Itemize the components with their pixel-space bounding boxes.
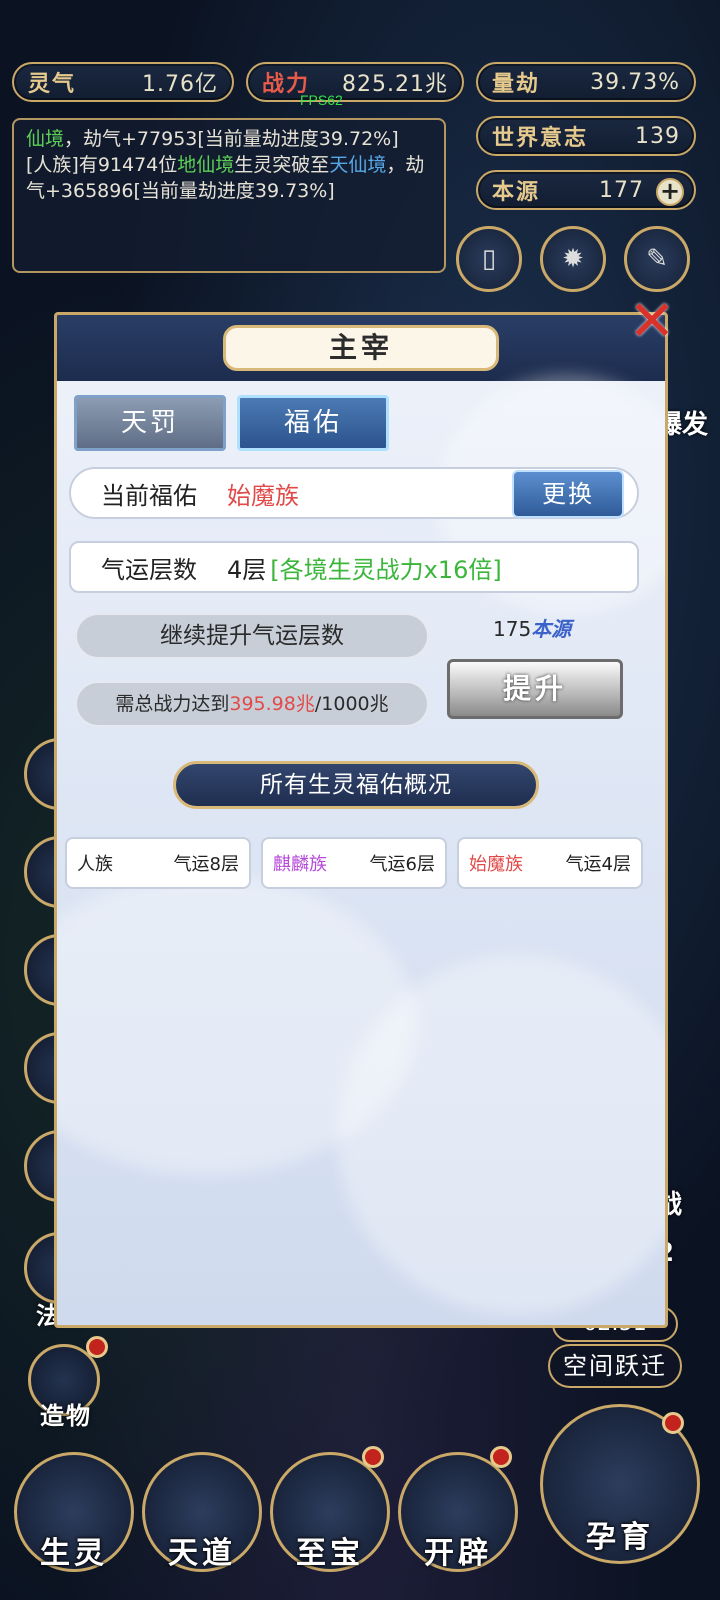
race-name: 麒麟族	[273, 854, 327, 875]
nav-heaven-label[interactable]: 天道	[142, 1528, 262, 1572]
dominion-dialog: 主宰 天罚 福佑 当前福佑 始魔族 更换 气运层数 4层 [各境生灵战力x16倍…	[54, 312, 668, 1328]
upgrade-cost: 175本源	[493, 613, 571, 642]
upgrade-button[interactable]: 提升	[447, 659, 623, 719]
notification-dot	[662, 1412, 684, 1434]
continue-fortune-label: 继续提升气运层数	[75, 613, 429, 659]
tab-punish[interactable]: 天罚	[74, 395, 226, 451]
log-realm: 仙境	[26, 128, 65, 150]
add-benyuan-button[interactable]: +	[656, 178, 684, 206]
resource-lingqi[interactable]: 灵气 1.76亿	[12, 62, 234, 102]
book-icon: ▯	[481, 244, 497, 274]
resource-label: 量劫	[492, 72, 541, 97]
cost-value: 175	[493, 617, 532, 641]
book-button[interactable]: ▯	[456, 226, 522, 292]
cost-unit: 本源	[531, 617, 572, 641]
race-level: 气运6层	[369, 854, 435, 875]
resource-label: 世界意志	[492, 126, 589, 151]
race-level: 气运8层	[173, 854, 239, 875]
log-text: ，劫气+77953[当前量劫进度39.72%]	[64, 128, 399, 150]
fortune-row: 气运层数 4层 [各境生灵战力x16倍]	[69, 541, 639, 593]
scroll-icon: ✎	[646, 244, 668, 274]
log-realm: 天仙境	[329, 154, 387, 176]
nav-creatures-label[interactable]: 生灵	[14, 1528, 134, 1572]
requirement-target: /1000兆	[314, 693, 389, 715]
close-icon[interactable]: ✕	[620, 290, 684, 354]
race-card: 人族 气运8层	[65, 837, 251, 889]
current-bless-value: 始魔族	[227, 481, 299, 510]
background-swirl	[337, 955, 665, 1315]
overview-header[interactable]: 所有生灵福佑概况	[173, 761, 539, 809]
race-card: 麒麟族 气运6层	[261, 837, 447, 889]
resource-label: 本源	[492, 180, 541, 205]
resource-zhanli[interactable]: 战力 825.21兆	[246, 62, 464, 102]
log-line: 仙境，劫气+77953[当前量劫进度39.72%]	[26, 126, 432, 152]
swap-button[interactable]: 更换	[512, 470, 624, 518]
event-log: 仙境，劫气+77953[当前量劫进度39.72%] [人族]有91474位地仙境…	[12, 118, 446, 273]
resource-value: 139	[635, 123, 680, 149]
nav-nurture-label[interactable]: 孕育	[560, 1512, 680, 1556]
log-text: 生灵突破至	[234, 154, 330, 176]
dialog-title: 主宰	[223, 325, 499, 371]
requirement-pill: 需总战力达到395.98兆/1000兆	[75, 681, 429, 727]
notification-dot	[86, 1336, 108, 1358]
fortune-bonus: [各境生灵战力x16倍]	[270, 555, 502, 584]
race-level: 气运4层	[565, 854, 631, 875]
requirement-current: 395.98兆	[229, 693, 315, 715]
tab-bless[interactable]: 福佑	[237, 395, 389, 451]
race-name: 人族	[77, 854, 113, 875]
resource-label: 灵气	[28, 72, 77, 97]
current-bless-label: 当前福佑	[101, 481, 197, 510]
fps-counter: FPS62	[300, 92, 343, 108]
fortune-value: 4层	[227, 555, 267, 584]
resource-value: 39.73%	[590, 69, 680, 95]
scroll-button[interactable]: ✎	[624, 226, 690, 292]
race-name: 始魔族	[469, 854, 523, 875]
resource-world-will[interactable]: 世界意志 139	[476, 116, 696, 156]
log-line: [人族]有91474位地仙境生灵突破至天仙境，劫气+365896[当前量劫进度3…	[26, 152, 432, 204]
resource-value: 177	[599, 177, 644, 203]
nav-treasure-label[interactable]: 至宝	[270, 1528, 390, 1572]
resource-benyuan[interactable]: 本源 177 +	[476, 170, 696, 210]
nav-create-label[interactable]: 开辟	[398, 1528, 518, 1572]
resource-liangjie[interactable]: 量劫 39.73%	[476, 62, 696, 102]
resource-value: 1.76亿	[142, 72, 218, 97]
creation-label[interactable]: 造物	[40, 1396, 92, 1431]
space-jump-button[interactable]: 空间跃迁	[548, 1344, 682, 1388]
race-card: 始魔族 气运4层	[457, 837, 643, 889]
fortune-label: 气运层数	[101, 555, 197, 584]
requirement-prefix: 需总战力达到	[115, 693, 230, 715]
resource-value: 825.21兆	[342, 72, 448, 97]
vortex-icon: ✹	[562, 244, 584, 274]
log-realm: 地仙境	[177, 154, 235, 176]
vortex-button[interactable]: ✹	[540, 226, 606, 292]
notification-dot	[490, 1446, 512, 1468]
log-text: [人族]有91474位	[26, 154, 178, 176]
notification-dot	[362, 1446, 384, 1468]
